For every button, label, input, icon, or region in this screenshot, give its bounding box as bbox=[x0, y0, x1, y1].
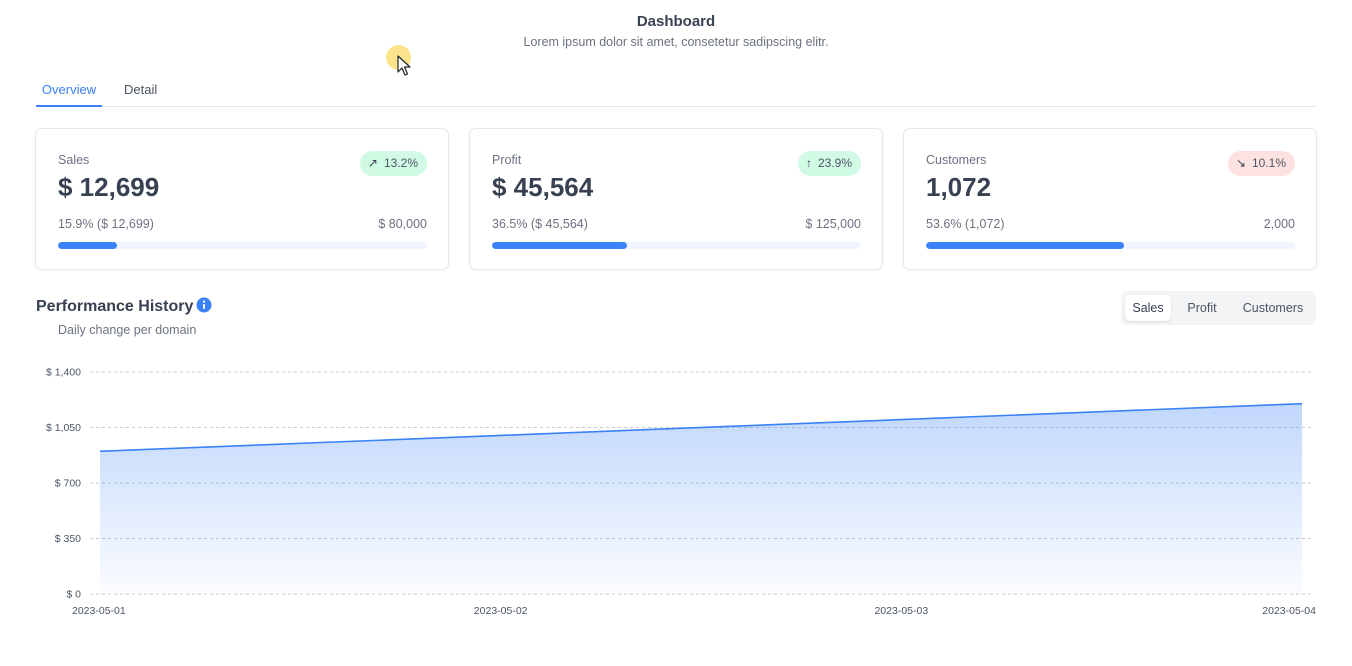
tab-bar: Overview Detail bbox=[36, 78, 1316, 107]
arrow-up-icon: ↑ bbox=[805, 156, 812, 170]
target-text: $ 125,000 bbox=[805, 217, 861, 231]
progress-bar-fill bbox=[58, 242, 117, 249]
y-tick-label: $ 0 bbox=[66, 589, 81, 601]
progress-bar-fill bbox=[926, 242, 1124, 249]
delta-value: 23.9% bbox=[817, 156, 852, 170]
toggle-sales[interactable]: Sales bbox=[1125, 295, 1171, 321]
target-text: $ 80,000 bbox=[378, 217, 427, 231]
metric-toggle: Sales Profit Customers bbox=[1121, 291, 1316, 325]
kpi-card-profit: Profit $ 45,564 ↑ 23.9% 36.5% ($ 45,564)… bbox=[469, 128, 883, 270]
x-tick-label: 2023-05-02 bbox=[474, 605, 528, 617]
x-tick-label: 2023-05-04 bbox=[1262, 605, 1316, 617]
performance-area-chart: $ 0 $ 350 $ 700 $ 1,050 $ 1,400 2023-05-01 202… bbox=[46, 367, 1316, 618]
section-subtitle: Daily change per domain bbox=[58, 323, 197, 337]
progress-bar bbox=[926, 242, 1295, 249]
tab-overview[interactable]: Overview bbox=[36, 78, 102, 107]
y-tick-label: $ 700 bbox=[55, 478, 81, 490]
kpi-value: $ 45,564 bbox=[492, 172, 594, 202]
y-tick-label: $ 1,050 bbox=[46, 422, 81, 434]
toggle-customers[interactable]: Customers bbox=[1233, 295, 1313, 321]
progress-bar bbox=[492, 242, 861, 249]
delta-badge: ↗ 13.2% bbox=[359, 151, 427, 176]
progress-bar bbox=[58, 242, 427, 249]
section-title: Performance History bbox=[36, 298, 194, 315]
kpi-label: Customers bbox=[926, 153, 987, 167]
page-subtitle: Lorem ipsum dolor sit amet, consetetur s… bbox=[523, 35, 829, 49]
kpi-value: 1,072 bbox=[926, 172, 992, 202]
y-tick-label: $ 1,400 bbox=[46, 367, 81, 379]
arrow-up-right-icon: ↗ bbox=[367, 156, 378, 170]
kpi-label: Profit bbox=[492, 153, 522, 167]
kpi-value: $ 12,699 bbox=[58, 172, 160, 202]
progress-text: 15.9% ($ 12,699) bbox=[58, 217, 154, 231]
tab-detail[interactable]: Detail bbox=[124, 78, 157, 107]
page-title: Dashboard bbox=[636, 13, 716, 30]
delta-badge: ↑ 23.9% bbox=[797, 151, 861, 176]
mouse-cursor-icon bbox=[397, 55, 411, 76]
y-tick-label: $ 350 bbox=[55, 533, 81, 545]
delta-value: 13.2% bbox=[383, 156, 418, 170]
x-tick-label: 2023-05-01 bbox=[72, 605, 126, 617]
delta-value: 10.1% bbox=[1251, 156, 1286, 170]
x-tick-label: 2023-05-03 bbox=[874, 605, 928, 617]
delta-badge: ↘ 10.1% bbox=[1227, 151, 1295, 176]
arrow-down-right-icon: ↘ bbox=[1235, 156, 1246, 170]
page-header: Dashboard Lorem ipsum dolor sit amet, co… bbox=[0, 12, 1352, 52]
progress-text: 36.5% ($ 45,564) bbox=[492, 217, 588, 231]
info-icon[interactable] bbox=[196, 297, 212, 313]
series-area bbox=[100, 403, 1302, 594]
kpi-label: Sales bbox=[58, 153, 90, 167]
kpi-card-sales: Sales $ 12,699 ↗ 13.2% 15.9% ($ 12,699) … bbox=[35, 128, 449, 270]
progress-bar-fill bbox=[492, 242, 627, 249]
toggle-profit[interactable]: Profit bbox=[1177, 295, 1227, 321]
kpi-card-customers: Customers 1,072 ↘ 10.1% 53.6% (1,072) 2,… bbox=[903, 128, 1317, 270]
progress-text: 53.6% (1,072) bbox=[926, 217, 1005, 231]
target-text: 2,000 bbox=[1263, 217, 1295, 231]
